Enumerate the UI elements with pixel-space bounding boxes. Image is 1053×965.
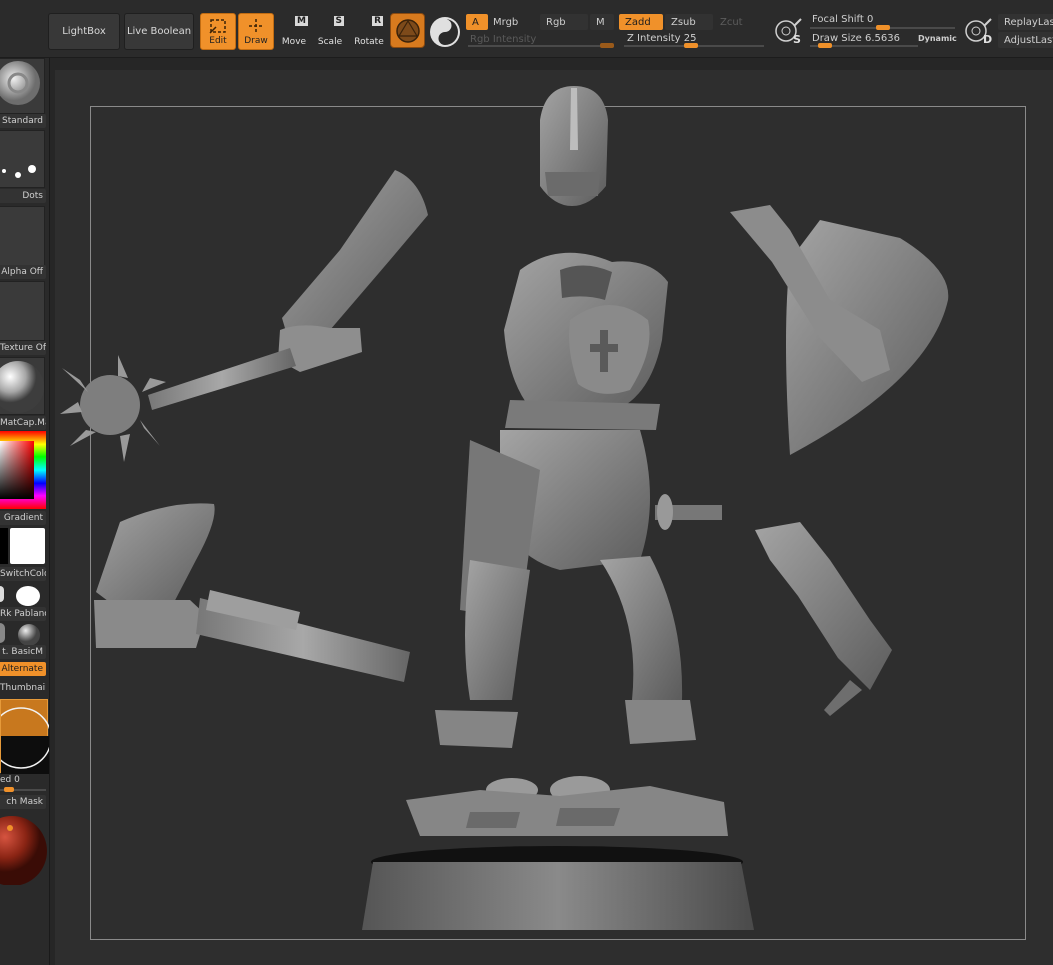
shotgun-arm-part[interactable]: [94, 503, 410, 682]
model-viewport[interactable]: [0, 0, 1053, 965]
sword-arm-part[interactable]: [755, 522, 892, 716]
legs-part[interactable]: [435, 430, 722, 748]
mace-arm-part[interactable]: [60, 170, 428, 462]
rubble-part[interactable]: [406, 776, 728, 836]
shield-arm-part[interactable]: [730, 205, 949, 455]
round-base-part[interactable]: [362, 846, 754, 930]
helmet-part[interactable]: [540, 86, 608, 206]
torso-part[interactable]: [504, 252, 668, 430]
